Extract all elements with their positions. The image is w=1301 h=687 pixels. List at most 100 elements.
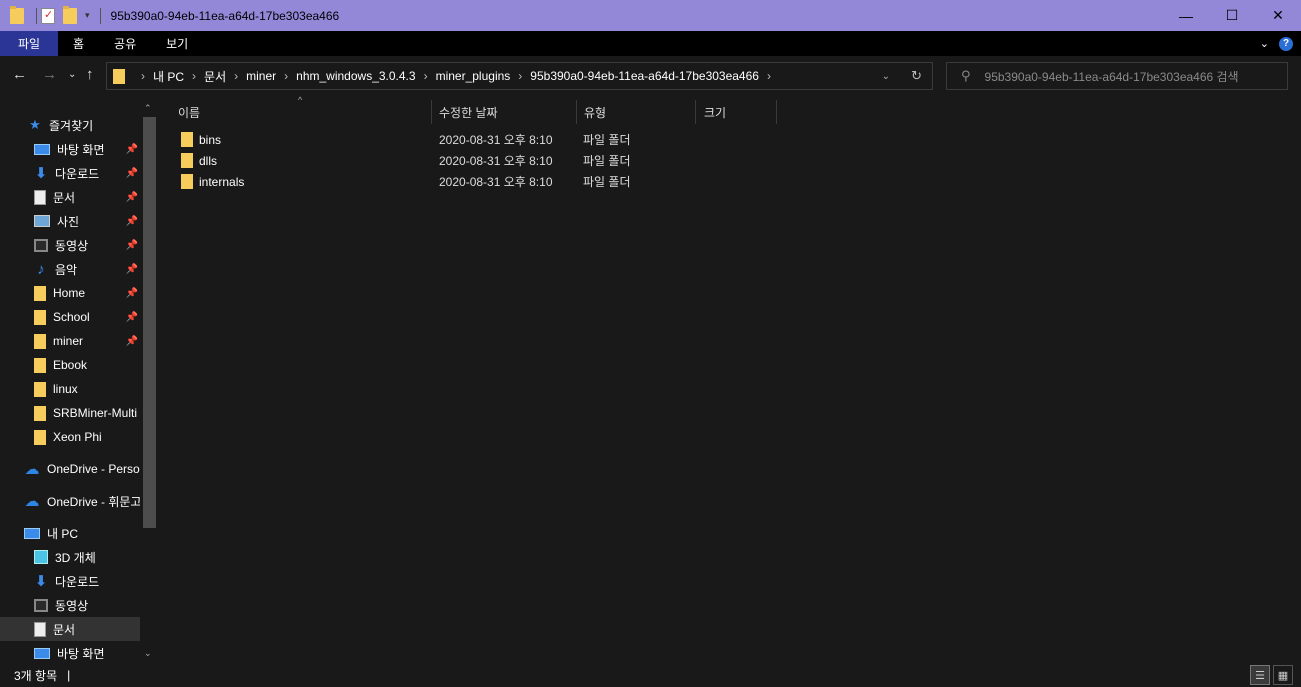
nav-label: 동영상 (55, 598, 89, 613)
nav-pc-downloads[interactable]: ⬇ 다운로드 (0, 569, 140, 593)
column-divider[interactable] (576, 100, 577, 124)
nav-onedrive-work[interactable]: ☁ OneDrive - 휘문고 (0, 489, 141, 513)
properties-icon[interactable] (41, 7, 55, 24)
breadcrumb-current[interactable]: 95b390a0-94eb-11ea-a64d-17be303ea466 (530, 69, 759, 83)
search-input[interactable]: ⚲ 95b390a0-94eb-11ea-a64d-17be303ea466 검… (946, 62, 1288, 90)
scroll-up-icon[interactable]: ⌃ (144, 103, 152, 114)
nav-scrollbar[interactable]: ⌃ ⌄ (141, 100, 158, 663)
nav-pc-desktop[interactable]: 바탕 화면 (0, 641, 140, 663)
back-arrow-icon[interactable]: ← (12, 66, 27, 83)
nav-label: OneDrive - 휘문고 (47, 494, 140, 509)
tab-share[interactable]: 공유 (99, 31, 151, 56)
nav-label: SRBMiner-Multi (53, 406, 138, 420)
status-separator: | (67, 668, 71, 682)
file-list: ^ 이름 수정한 날짜 유형 크기 bins 2020-08-31 오후 8:1… (158, 95, 1301, 663)
folder-icon (34, 309, 46, 325)
maximize-button[interactable]: ☐ (1209, 0, 1255, 31)
chevron-right-icon[interactable]: › (192, 69, 196, 83)
videos-icon (34, 598, 48, 612)
close-button[interactable]: ✕ (1255, 0, 1301, 31)
nav-item-school[interactable]: School 📌 (0, 305, 140, 329)
up-arrow-icon[interactable]: ↑ (86, 66, 94, 83)
folder-icon (34, 357, 46, 373)
chevron-right-icon[interactable]: › (234, 69, 238, 83)
scroll-down-icon[interactable]: ⌄ (144, 648, 152, 659)
chevron-right-icon[interactable]: › (141, 69, 145, 83)
column-divider[interactable] (776, 100, 777, 124)
nav-label: Xeon Phi (53, 430, 102, 444)
refresh-icon[interactable]: ↻ (911, 68, 922, 84)
videos-icon (34, 238, 48, 252)
table-row[interactable]: dlls 2020-08-31 오후 8:10 파일 폴더 (178, 150, 638, 171)
chevron-right-icon[interactable]: › (424, 69, 428, 83)
nav-item-videos[interactable]: 동영상 📌 (0, 233, 140, 257)
customize-toolbar-icon[interactable]: ▾ (85, 10, 90, 21)
ribbon-tabs: 파일 홈 공유 보기 ⌄ ? (0, 31, 1301, 56)
large-icons-view-icon[interactable]: ▦ (1273, 665, 1293, 685)
table-row[interactable]: internals 2020-08-31 오후 8:10 파일 폴더 (178, 171, 638, 192)
minimize-button[interactable]: — (1163, 0, 1209, 31)
nav-item-documents[interactable]: 문서 📌 (0, 185, 140, 209)
nav-label: 문서 (53, 622, 76, 637)
music-icon: ♪ (37, 260, 45, 278)
document-icon (34, 621, 46, 637)
nav-label: miner (53, 334, 84, 348)
folder-icon (181, 153, 193, 168)
address-history-icon[interactable]: ⌄ (882, 71, 890, 82)
nav-item-linux[interactable]: linux (0, 377, 140, 401)
breadcrumb-miner[interactable]: miner (246, 69, 276, 83)
nav-pc-3d-objects[interactable]: 3D 개체 (0, 545, 140, 569)
nav-item-miner[interactable]: miner 📌 (0, 329, 140, 353)
nav-item-home[interactable]: Home 📌 (0, 281, 140, 305)
column-divider[interactable] (431, 100, 432, 124)
chevron-right-icon[interactable]: › (518, 69, 522, 83)
nav-item-xeon-phi[interactable]: Xeon Phi (0, 425, 140, 449)
column-header-name[interactable]: 이름 (178, 100, 431, 124)
details-view-icon[interactable]: ☰ (1250, 665, 1270, 685)
breadcrumb-documents[interactable]: 문서 (204, 68, 226, 85)
tab-home[interactable]: 홈 (58, 31, 99, 56)
pin-icon: 📌 (125, 191, 138, 203)
column-divider[interactable] (695, 100, 696, 124)
table-row[interactable]: bins 2020-08-31 오후 8:10 파일 폴더 (178, 129, 638, 150)
column-header-size[interactable]: 크기 (704, 100, 776, 124)
folder-icon[interactable] (10, 5, 24, 24)
nav-item-downloads[interactable]: ⬇ 다운로드 📌 (0, 161, 140, 185)
nav-item-desktop[interactable]: 바탕 화면 📌 (0, 137, 140, 161)
new-folder-icon[interactable] (63, 5, 77, 24)
folder-icon (181, 174, 193, 189)
chevron-right-icon[interactable]: › (284, 69, 288, 83)
scrollbar-thumb[interactable] (143, 117, 156, 528)
chevron-right-icon[interactable]: › (767, 69, 771, 83)
chevron-down-icon[interactable]: ⌄ (1260, 37, 1269, 50)
nav-onedrive-personal[interactable]: ☁ OneDrive - Person (0, 457, 141, 481)
3d-objects-icon (34, 550, 48, 564)
forward-arrow-icon[interactable]: → (42, 66, 57, 83)
nav-label: 다운로드 (55, 166, 100, 181)
column-header-modified[interactable]: 수정한 날짜 (439, 100, 576, 124)
nav-item-srbminer[interactable]: SRBMiner-Multi (0, 401, 140, 425)
nav-this-pc[interactable]: 내 PC (0, 521, 140, 545)
nav-item-music[interactable]: ♪ 음악 📌 (0, 257, 140, 281)
tab-file[interactable]: 파일 (0, 31, 58, 56)
tab-view[interactable]: 보기 (151, 31, 203, 56)
folder-icon (34, 333, 46, 349)
breadcrumb-this-pc[interactable]: 내 PC (153, 68, 184, 85)
nav-pc-documents[interactable]: 문서 (0, 617, 140, 641)
address-bar[interactable]: › 내 PC › 문서 › miner › nhm_windows_3.0.4.… (106, 62, 933, 90)
nav-pc-videos[interactable]: 동영상 (0, 593, 140, 617)
column-header-type[interactable]: 유형 (584, 100, 695, 124)
cloud-icon: ☁ (24, 493, 40, 510)
nav-label: School (53, 310, 90, 324)
nav-item-ebook[interactable]: Ebook (0, 353, 140, 377)
file-name: internals (199, 174, 245, 189)
document-icon (34, 189, 46, 205)
recent-locations-icon[interactable]: ⌄ (68, 69, 76, 80)
nav-quick-access[interactable]: ★ 즐겨찾기 (0, 113, 140, 137)
help-icon[interactable]: ? (1279, 36, 1293, 51)
breadcrumb-miner-plugins[interactable]: miner_plugins (436, 69, 511, 83)
breadcrumb-nhm-windows[interactable]: nhm_windows_3.0.4.3 (296, 69, 415, 83)
search-placeholder: 95b390a0-94eb-11ea-a64d-17be303ea466 검색 (984, 69, 1239, 84)
folder-icon (34, 381, 46, 397)
nav-item-pictures[interactable]: 사진 📌 (0, 209, 140, 233)
